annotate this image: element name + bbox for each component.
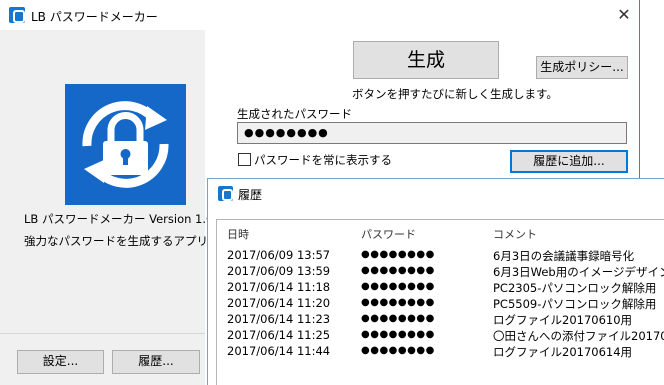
show-password-checkbox[interactable] [238, 153, 251, 166]
history-list[interactable]: 日時 パスワード コメント 2017/06/09 13:57 ●●●●●●●● … [216, 219, 664, 385]
column-header-comment[interactable]: コメント [493, 226, 537, 242]
row-password: ●●●●●●●● [361, 329, 435, 340]
history-title: 履歴 [238, 188, 263, 202]
history-row[interactable]: 2017/06/14 11:23 ●●●●●●●● ログファイル20170610… [217, 312, 664, 327]
left-divider [0, 333, 205, 334]
row-comment: ログファイル20170614用 [493, 345, 633, 359]
row-comment: PC5509-パソコンロック解除用 [493, 297, 657, 311]
row-comment: 6月3日Web用のイメージデザイン暗号化 [493, 265, 664, 279]
history-app-icon [218, 186, 233, 201]
history-row[interactable]: 2017/06/09 13:59 ●●●●●●●● 6月3日Web用のイメージデ… [217, 264, 664, 279]
settings-button[interactable]: 設定... [17, 350, 104, 374]
history-row[interactable]: 2017/06/14 11:25 ●●●●●●●● 〇田さんへの添付ファイル20… [217, 328, 664, 343]
history-row[interactable]: 2017/06/09 13:57 ●●●●●●●● 6月3日の会議議事録暗号化 [217, 248, 664, 263]
row-date: 2017/06/14 11:25 [227, 328, 331, 342]
history-title-bar[interactable]: 履歴 [208, 179, 664, 207]
title-bar[interactable]: LB パスワードメーカー ✕ [0, 0, 640, 30]
row-comment: PC2305-パソコンロック解除用 [493, 281, 657, 295]
column-header-date[interactable]: 日時 [227, 226, 249, 242]
row-date: 2017/06/14 11:18 [227, 280, 331, 294]
generate-hint: ボタンを押すたびに新しく生成します。 [352, 87, 558, 101]
row-password: ●●●●●●●● [361, 297, 435, 308]
row-date: 2017/06/09 13:57 [227, 248, 331, 262]
window-title: LB パスワードメーカー [31, 10, 158, 24]
show-password-option[interactable]: パスワードを常に表示する [238, 152, 392, 168]
app-description: 強力なパスワードを生成するアプリです [24, 234, 231, 248]
password-field[interactable]: ●●●●●●●● [237, 122, 627, 144]
lock-refresh-logo-icon [65, 84, 186, 205]
history-button[interactable]: 履歴... [112, 350, 200, 374]
row-password: ●●●●●●●● [361, 281, 435, 292]
policy-button[interactable]: 生成ポリシー... [536, 56, 628, 79]
row-comment: ログファイル20170610用 [493, 313, 633, 327]
close-icon[interactable]: ✕ [614, 4, 634, 26]
history-row[interactable]: 2017/06/14 11:44 ●●●●●●●● ログファイル20170614… [217, 344, 664, 359]
history-row[interactable]: 2017/06/14 11:18 ●●●●●●●● PC2305-パソコンロック… [217, 280, 664, 295]
row-date: 2017/06/09 13:59 [227, 264, 331, 278]
left-panel: LB パスワードメーカー Version 1.0.0 強力なパスワードを生成する… [0, 30, 231, 385]
add-to-history-button[interactable]: 履歴に追加... [510, 150, 628, 173]
column-header-password[interactable]: パスワード [361, 226, 416, 242]
row-comment: 6月3日の会議議事録暗号化 [493, 249, 635, 263]
history-row[interactable]: 2017/06/14 11:20 ●●●●●●●● PC5509-パソコンロック… [217, 296, 664, 311]
generate-button[interactable]: 生成 [353, 41, 499, 79]
row-password: ●●●●●●●● [361, 265, 435, 276]
show-password-label: パスワードを常に表示する [254, 153, 392, 167]
row-password: ●●●●●●●● [361, 249, 435, 260]
row-comment: 〇田さんへの添付ファイル20170612 [493, 329, 664, 343]
history-window: 履歴 日時 パスワード コメント 2017/06/09 13:57 ●●●●●●… [207, 178, 664, 385]
row-password: ●●●●●●●● [361, 313, 435, 324]
row-date: 2017/06/14 11:20 [227, 296, 331, 310]
app-icon [9, 7, 25, 23]
app-version-label: LB パスワードメーカー Version 1.0.0 [24, 212, 225, 226]
row-date: 2017/06/14 11:44 [227, 344, 331, 358]
password-label: 生成されたパスワード [237, 107, 352, 121]
row-date: 2017/06/14 11:23 [227, 312, 331, 326]
row-password: ●●●●●●●● [361, 345, 435, 356]
